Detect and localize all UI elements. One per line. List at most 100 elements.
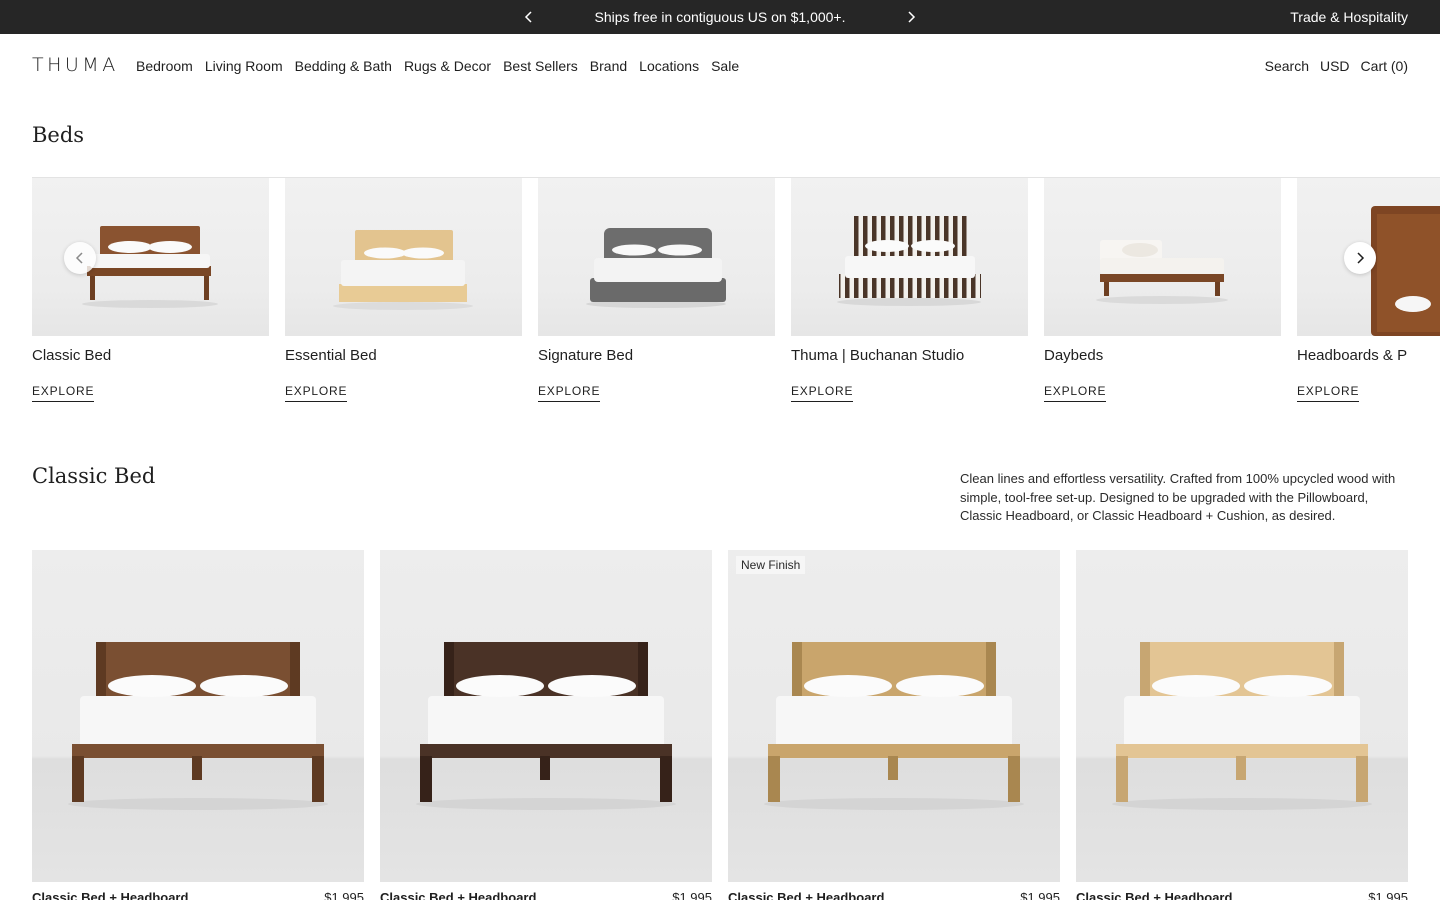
bed-frame bbox=[768, 744, 1020, 758]
header-utilities: Search USD Cart (0) bbox=[1265, 34, 1408, 98]
category-card-buchanan-studio[interactable]: Thuma | Buchanan Studio EXPLORE bbox=[791, 178, 1028, 402]
bed-leg bbox=[312, 756, 324, 802]
bed-leg bbox=[192, 756, 202, 780]
category-name: Headboards & P bbox=[1297, 347, 1408, 364]
headboard-edge bbox=[290, 642, 300, 704]
nav-sale[interactable]: Sale bbox=[711, 58, 739, 74]
product-name[interactable]: Classic Bed + Headboard bbox=[380, 890, 536, 900]
headboard-edge bbox=[638, 642, 648, 704]
explore-link[interactable]: EXPLORE bbox=[1297, 384, 1360, 402]
currency-selector[interactable]: USD bbox=[1320, 58, 1350, 74]
mattress bbox=[1124, 696, 1360, 748]
bed-leg bbox=[1008, 756, 1020, 802]
chevron-right-icon bbox=[908, 11, 916, 23]
product-price: $1,995 bbox=[1020, 890, 1060, 900]
announcement-message: Ships free in contiguous US on $1,000+. bbox=[594, 9, 846, 25]
nav-living-room[interactable]: Living Room bbox=[205, 58, 283, 74]
nav-brand[interactable]: Brand bbox=[590, 58, 627, 74]
cart-button[interactable]: Cart (0) bbox=[1361, 58, 1408, 74]
bed-leg bbox=[660, 756, 672, 802]
explore-link[interactable]: EXPLORE bbox=[791, 384, 854, 402]
pillow bbox=[108, 675, 196, 697]
trade-hospitality-link[interactable]: Trade & Hospitality bbox=[1290, 0, 1408, 34]
mattress bbox=[776, 696, 1012, 748]
bed-frame bbox=[72, 744, 324, 758]
nav-locations[interactable]: Locations bbox=[639, 58, 699, 74]
product-name[interactable]: Classic Bed + Headboard bbox=[1076, 890, 1232, 900]
announcement-bar: Ships free in contiguous US on $1,000+. … bbox=[0, 0, 1440, 34]
product-price: $1,995 bbox=[672, 890, 712, 900]
beds-section-title: Beds bbox=[32, 123, 85, 147]
explore-link[interactable]: EXPLORE bbox=[285, 384, 348, 402]
bed-leg bbox=[1236, 756, 1246, 780]
category-name: Signature Bed bbox=[538, 347, 634, 364]
mattress bbox=[428, 696, 664, 748]
bed-category-carousel: Classic Bed EXPLORE Essential Bed EXPLOR… bbox=[32, 177, 1440, 417]
pillow bbox=[1244, 675, 1332, 697]
headboard-edge bbox=[1140, 642, 1150, 704]
pillow bbox=[1152, 675, 1240, 697]
category-image[interactable] bbox=[285, 178, 522, 336]
bed-illustration bbox=[333, 230, 473, 310]
category-card-essential-bed[interactable]: Essential Bed EXPLORE bbox=[285, 178, 522, 402]
nav-bedding-bath[interactable]: Bedding & Bath bbox=[295, 58, 392, 74]
category-name: Essential Bed bbox=[285, 347, 377, 364]
bed-leg bbox=[1116, 756, 1128, 802]
search-button[interactable]: Search bbox=[1265, 58, 1309, 74]
headboard-edge bbox=[986, 642, 996, 704]
bed-leg bbox=[888, 756, 898, 780]
nav-rugs-decor[interactable]: Rugs & Decor bbox=[404, 58, 491, 74]
bed-frame bbox=[420, 744, 672, 758]
chevron-left-icon bbox=[75, 252, 83, 264]
product-card[interactable] bbox=[32, 550, 364, 882]
classic-section-title: Classic Bed bbox=[32, 464, 156, 488]
headboard-edge bbox=[96, 642, 106, 704]
daybed-illustration bbox=[1096, 240, 1228, 304]
category-name: Classic Bed bbox=[32, 347, 112, 364]
bed-illustration bbox=[837, 216, 981, 306]
product-price: $1,995 bbox=[324, 890, 364, 900]
category-image[interactable] bbox=[1044, 178, 1281, 336]
announcement-next-button[interactable] bbox=[903, 9, 919, 25]
headboard-edge bbox=[1334, 642, 1344, 704]
logo[interactable]: THUMA bbox=[32, 54, 119, 76]
bed-leg bbox=[540, 756, 550, 780]
category-name: Thuma | Buchanan Studio bbox=[791, 347, 965, 364]
bed-leg bbox=[72, 756, 84, 802]
product-image bbox=[416, 642, 676, 810]
pillow bbox=[548, 675, 636, 697]
category-image[interactable] bbox=[538, 178, 775, 336]
product-name[interactable]: Classic Bed + Headboard bbox=[728, 890, 884, 900]
bed-frame bbox=[1116, 744, 1368, 758]
product-card[interactable] bbox=[1076, 550, 1408, 882]
classic-section-description: Clean lines and effortless versatility. … bbox=[960, 471, 1396, 523]
category-image[interactable] bbox=[791, 178, 1028, 336]
category-name: Daybeds bbox=[1044, 347, 1104, 364]
headboard-edge bbox=[792, 642, 802, 704]
bed-leg bbox=[420, 756, 432, 802]
new-finish-badge: New Finish bbox=[736, 556, 806, 574]
nav-best-sellers[interactable]: Best Sellers bbox=[503, 58, 578, 74]
category-card-signature-bed[interactable]: Signature Bed EXPLORE bbox=[538, 178, 775, 402]
bed-illustration bbox=[586, 228, 726, 308]
product-image bbox=[764, 642, 1024, 810]
explore-link[interactable]: EXPLORE bbox=[1044, 384, 1107, 402]
chevron-right-icon bbox=[1357, 252, 1365, 264]
headboard-edge bbox=[444, 642, 454, 704]
product-image bbox=[1112, 642, 1372, 810]
product-name[interactable]: Classic Bed + Headboard bbox=[32, 890, 188, 900]
carousel-prev-button[interactable] bbox=[64, 242, 96, 274]
carousel-next-button[interactable] bbox=[1344, 242, 1376, 274]
explore-link[interactable]: EXPLORE bbox=[32, 384, 95, 402]
bed-leg bbox=[768, 756, 780, 802]
mattress bbox=[80, 696, 316, 748]
explore-link[interactable]: EXPLORE bbox=[538, 384, 601, 402]
nav-bedroom[interactable]: Bedroom bbox=[136, 58, 193, 74]
main-nav: Bedroom Living Room Bedding & Bath Rugs … bbox=[136, 34, 739, 98]
product-card[interactable]: New Finish bbox=[728, 550, 1060, 882]
bed-leg bbox=[1356, 756, 1368, 802]
product-card[interactable] bbox=[380, 550, 712, 882]
category-card-daybeds[interactable]: Daybeds EXPLORE bbox=[1044, 178, 1281, 402]
pillow bbox=[896, 675, 984, 697]
product-image bbox=[68, 642, 328, 810]
